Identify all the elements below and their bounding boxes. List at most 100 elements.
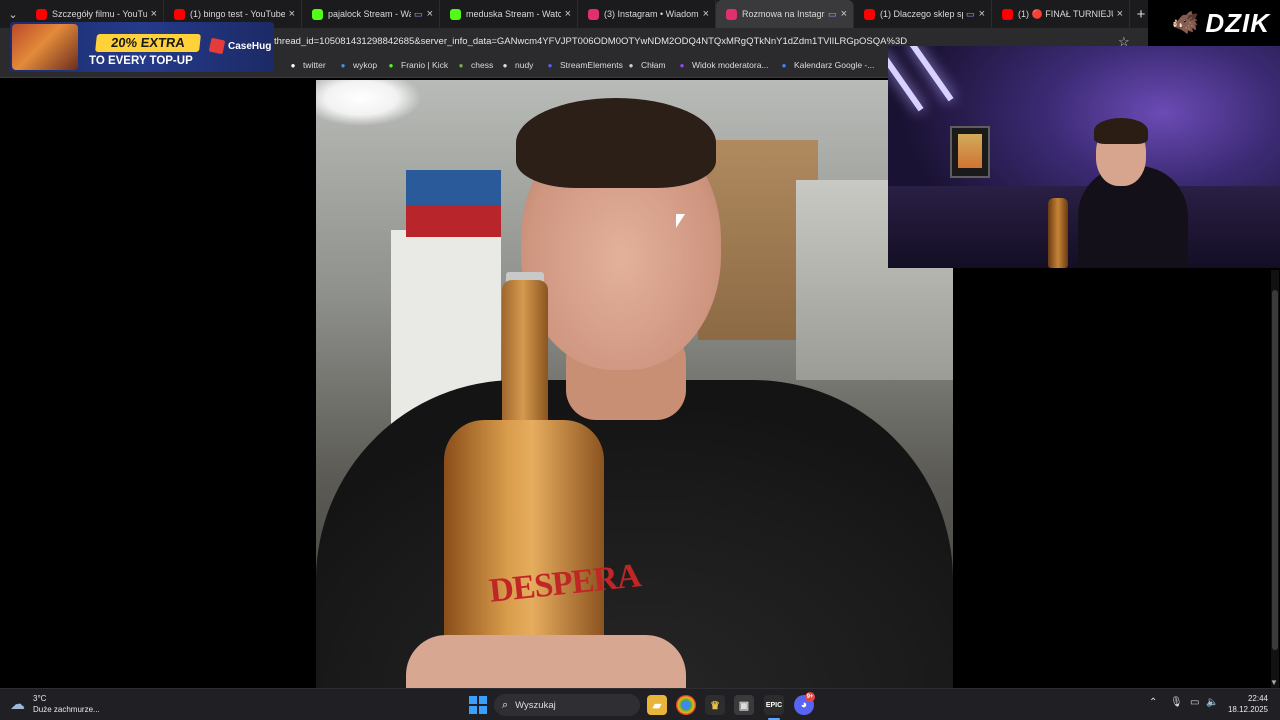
- epic-games-icon[interactable]: EPIC: [764, 695, 784, 715]
- ad-banner[interactable]: 20% EXTRA TO EVERY TOP-UP CaseHug: [10, 22, 274, 72]
- bookmark-item[interactable]: ● Widok moderatora...: [677, 60, 769, 70]
- volume-icon[interactable]: 🔈: [1206, 697, 1218, 708]
- clock-time: 22:44: [1247, 694, 1268, 703]
- clock-date: 18.12.2025: [1227, 705, 1268, 714]
- weather-widget[interactable]: ☁ 3°C Duże zachmurze...: [10, 693, 100, 715]
- bookmark-label: Chłam: [641, 60, 666, 70]
- close-tab-icon[interactable]: ×: [565, 8, 571, 20]
- browser-tab[interactable]: (1) Dlaczego sklep sp ▭ ×: [854, 0, 992, 28]
- weather-text: 3°C Duże zachmurze...: [33, 693, 100, 715]
- background-shoebox-red: [406, 205, 501, 237]
- streamer-bottle: [1048, 198, 1068, 268]
- tab-title: pajalock Stream - Wa: [328, 9, 412, 19]
- network-icon[interactable]: ▭: [1190, 697, 1199, 708]
- browser-tab[interactable]: (3) Instagram • Wiadomości ×: [578, 0, 716, 28]
- dzik-logo: 🐗 DZIK: [1148, 0, 1280, 46]
- system-clock[interactable]: 22:44 18.12.2025: [1222, 693, 1268, 715]
- media-playing-icon[interactable]: ▭: [414, 9, 423, 20]
- bookmark-label: chess: [471, 60, 494, 70]
- scrollbar-thumb[interactable]: [1272, 290, 1278, 650]
- wykop-icon: ●: [340, 60, 346, 70]
- close-tab-icon[interactable]: ×: [979, 8, 985, 20]
- bookmark-label: nudy: [515, 60, 534, 70]
- person-hair: [516, 98, 716, 188]
- neon-lamp: [908, 46, 954, 102]
- browser-tab[interactable]: pajalock Stream - Wa ▭ ×: [302, 0, 440, 28]
- video-call-feed: DESPERA: [316, 80, 953, 688]
- bookmark-item[interactable]: ● chess: [456, 60, 494, 70]
- neon-lamp: [888, 50, 924, 112]
- tab-title: (1) 🔴 FINAŁ TURNIEJU S: [1018, 8, 1113, 19]
- tab-title: Rozmowa na Instagramie: [742, 9, 825, 19]
- browser-tab[interactable]: Rozmowa na Instagramie▭ ×: [716, 0, 854, 28]
- instagram-icon: [726, 8, 737, 20]
- kick-icon: [450, 8, 461, 20]
- tab-title: (1) Dlaczego sklep sp: [880, 9, 964, 19]
- bookmark-item[interactable]: ● Kalendarz Google -...: [779, 60, 875, 70]
- bookmark-label: twitter: [303, 60, 326, 70]
- twitch-icon: ●: [679, 60, 685, 70]
- bookmark-item[interactable]: ● twitter: [288, 60, 326, 70]
- media-playing-icon[interactable]: ▭: [966, 9, 975, 20]
- bookmark-item[interactable]: ● nudy: [500, 60, 534, 70]
- bookmark-item[interactable]: ● wykop: [338, 60, 378, 70]
- ad-brand-logo: CaseHug: [208, 37, 272, 55]
- chrome-icon[interactable]: [676, 695, 696, 715]
- tray-expand-icon[interactable]: ⌃: [1149, 697, 1157, 708]
- bookmark-item[interactable]: ● Chłam: [626, 60, 666, 70]
- taskbar-search[interactable]: ⌕ Wyszukaj: [494, 694, 640, 716]
- tab-title: Szczegóły filmu - YouTube: [52, 9, 147, 19]
- url-text[interactable]: thread_id=105081431298842685&server_info…: [274, 36, 907, 47]
- boar-icon: 🐗: [1171, 10, 1200, 35]
- treasure-chest-image: [12, 24, 78, 70]
- close-tab-icon[interactable]: ×: [1117, 8, 1123, 20]
- weather-temp: 3°C: [33, 694, 47, 703]
- ad-subline: TO EVERY TOP-UP: [89, 55, 193, 67]
- casehug-cube-icon: [208, 37, 226, 55]
- folder-icon: ●: [502, 60, 508, 70]
- obs-icon[interactable]: ▣: [734, 695, 754, 715]
- bookmark-item[interactable]: ● Franio | Kick: [386, 60, 449, 70]
- youtube-icon: [174, 8, 185, 20]
- pc-case: [950, 126, 990, 178]
- close-tab-icon[interactable]: ×: [703, 8, 709, 20]
- screen: ⌄ Szczegóły filmu - YouTube×(1) bingo te…: [0, 0, 1280, 720]
- instagram-icon: [588, 8, 599, 20]
- kick-icon: [312, 8, 323, 20]
- person-hand: [406, 635, 686, 688]
- streamer-app-icon[interactable]: ♛: [705, 695, 725, 715]
- chess-icon: ●: [458, 60, 464, 70]
- browser-tab[interactable]: meduska Stream - Watch ×: [440, 0, 578, 28]
- close-tab-icon[interactable]: ×: [151, 8, 157, 20]
- background-shoebox-blue: [406, 170, 501, 205]
- notification-badge: 9+: [805, 692, 815, 702]
- close-tab-icon[interactable]: ×: [841, 8, 847, 20]
- bookmark-label: Franio | Kick: [401, 60, 449, 70]
- scroll-down-icon[interactable]: ▼: [1270, 678, 1278, 687]
- streamer-hair: [1094, 118, 1148, 144]
- ad-headline: 20% EXTRA: [95, 34, 201, 52]
- close-tab-icon[interactable]: ×: [427, 8, 433, 20]
- beer-bottle: DESPERA: [444, 272, 642, 688]
- bookmark-label: wykop: [353, 60, 378, 70]
- start-button[interactable]: [469, 696, 487, 714]
- dzik-logo-text: DZIK: [1205, 7, 1270, 38]
- tab-title: meduska Stream - Watch: [466, 9, 561, 19]
- bookmark-item[interactable]: ● StreamElements: [545, 60, 623, 70]
- globe-icon: ●: [628, 60, 634, 70]
- search-icon: ⌕: [502, 698, 509, 711]
- microphone-icon[interactable]: 🎙: [1170, 697, 1183, 708]
- x-icon: ●: [290, 60, 296, 70]
- youtube-icon: [1002, 8, 1013, 20]
- bookmark-label: StreamElements: [560, 60, 623, 70]
- calendar-icon: ●: [781, 60, 787, 70]
- youtube-icon: [36, 8, 47, 20]
- tab-title: (1) bingo test - YouTube: [190, 9, 285, 19]
- streamer-webcam: [888, 46, 1280, 268]
- browser-tab[interactable]: (1) 🔴 FINAŁ TURNIEJU S ×: [992, 0, 1130, 28]
- file-explorer-icon[interactable]: ▰: [647, 695, 667, 715]
- ad-brand-name: CaseHug: [228, 40, 272, 52]
- bookmark-label: Kalendarz Google -...: [794, 60, 875, 70]
- close-tab-icon[interactable]: ×: [289, 8, 295, 20]
- media-playing-icon[interactable]: ▭: [828, 9, 837, 20]
